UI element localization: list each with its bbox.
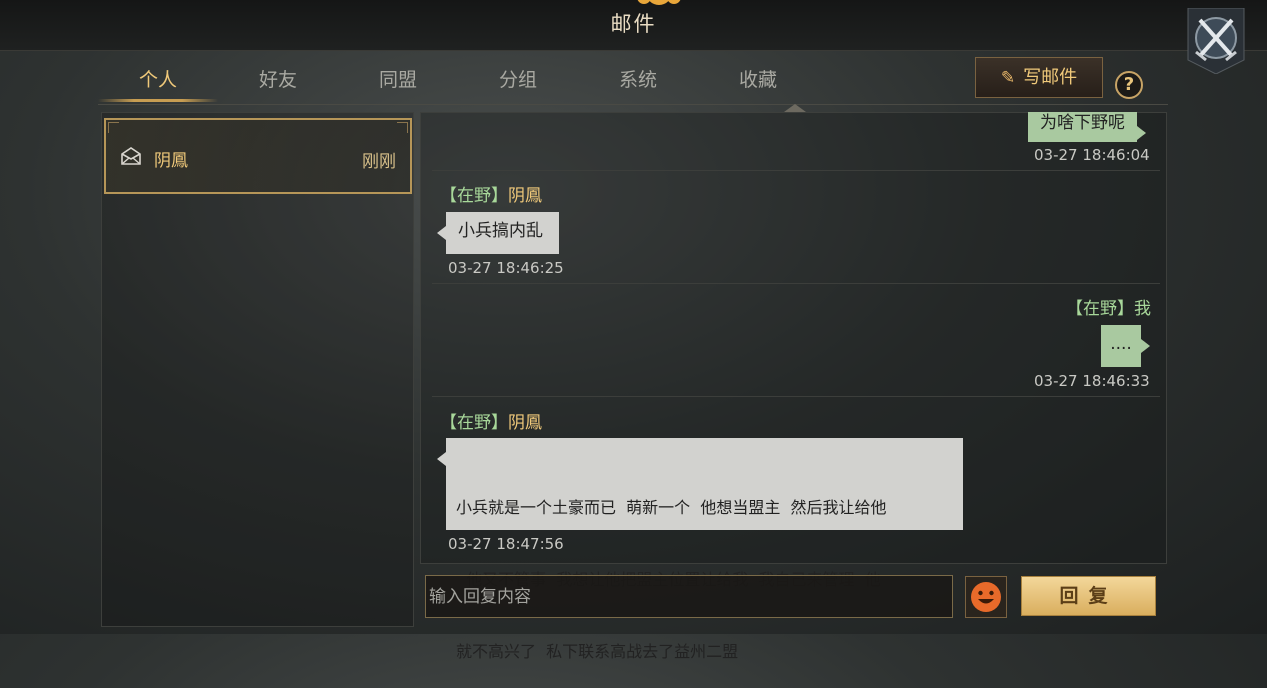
tab-favorites[interactable]: 收藏 [698,60,818,100]
corner-ornament [397,122,408,133]
message-divider [432,170,1160,171]
tab-friends[interactable]: 好友 [218,60,338,100]
message-timestamp: 03-27 18:46:33 [1034,372,1150,390]
pen-icon: ✎ [1000,68,1016,88]
message-sender: 【在野】阴鳳 [440,181,542,206]
scroll-indicator-icon [784,104,806,112]
sender-tag: 【在野】 [440,413,508,433]
top-bar: 邮件 [0,0,1267,51]
message-line: 小兵就是一个土豪而已 萌新一个 他想当盟主 然后我让给他 [456,498,887,517]
message-timestamp: 03-27 18:46:04 [1034,146,1150,164]
tab-personal[interactable]: 个人 [98,60,218,102]
message-divider [432,396,1160,397]
sender-tag: 【在野】 [1066,299,1134,319]
crossed-swords-close-icon[interactable] [1186,8,1246,74]
tab-group[interactable]: 分组 [458,60,578,100]
message-divider [432,283,1160,284]
help-button[interactable]: ? [1115,71,1143,99]
message-timestamp: 03-27 18:47:56 [448,535,564,553]
write-mail-button[interactable]: ✎ 写邮件 [975,57,1103,98]
write-mail-label: 写邮件 [1023,67,1078,88]
sender-tag: 【在野】 [440,186,508,206]
message-sender: 【在野】阴鳳 [440,408,542,433]
tab-system[interactable]: 系统 [578,60,698,100]
tab-alliance[interactable]: 同盟 [338,60,458,100]
sender-name: 阴鳳 [508,413,542,433]
emoji-button[interactable] [965,576,1007,618]
envelope-icon [121,147,141,165]
mail-time: 刚刚 [362,152,396,172]
message-timestamp: 03-27 18:46:25 [448,259,564,277]
sender-name: 阴鳳 [508,186,542,206]
message-bubble-other: 小兵就是一个土豪而已 萌新一个 他想当盟主 然后我让给他 他又不管事 我想让他把… [437,438,963,661]
message-bubble-other: 小兵搞内乱 [437,212,559,254]
reply-button[interactable]: 回复 [1021,576,1156,616]
reply-input[interactable] [425,575,953,618]
sender-name: 我 [1134,299,1151,319]
tab-divider [98,104,1168,105]
mail-sender: 阴鳳 [154,151,188,171]
corner-ornament [108,122,119,133]
message-sender: 【在野】我 [1066,294,1151,319]
smiley-face-icon [971,582,1001,612]
message-bubble-mine: 为啥下野呢 [1028,112,1146,142]
message-bubble-mine: .... [1101,325,1150,367]
message-line: 就不高兴了 私下联系高战去了益州二盟 [456,642,739,661]
page-title: 邮件 [610,12,657,36]
mail-list-item[interactable]: 阴鳳 刚刚 [104,118,412,194]
